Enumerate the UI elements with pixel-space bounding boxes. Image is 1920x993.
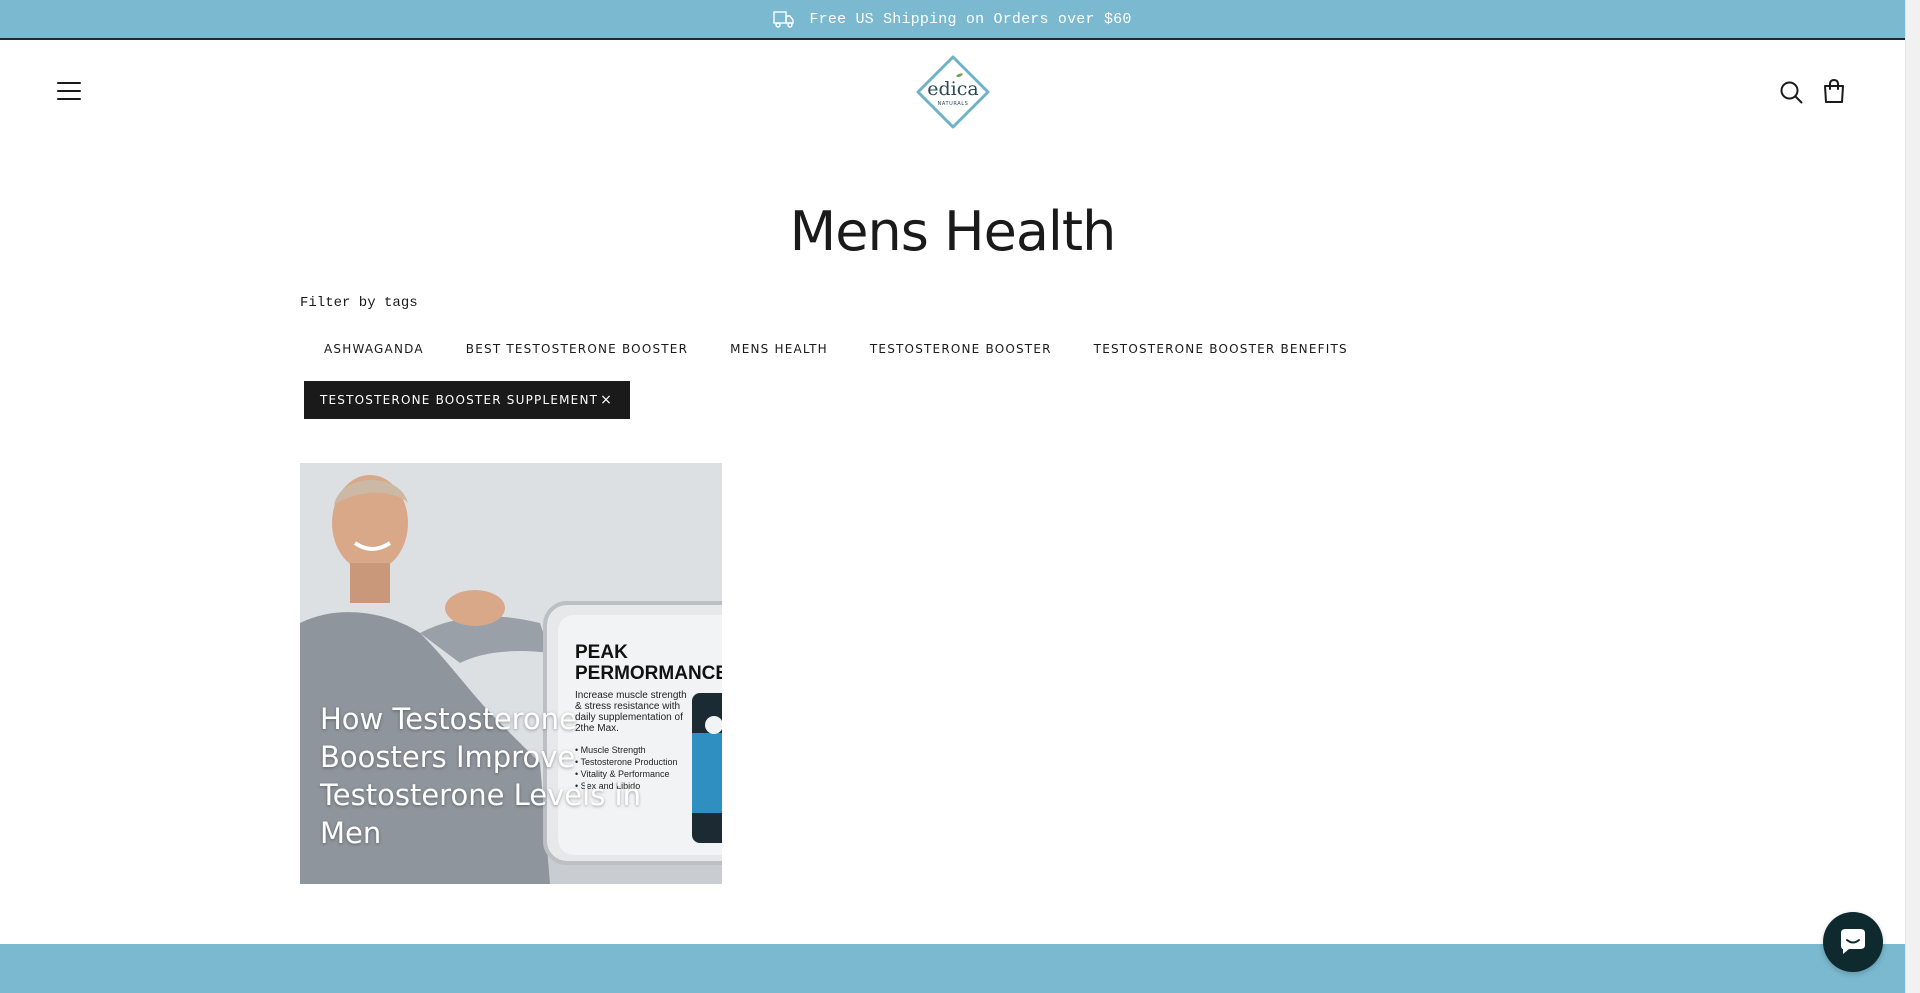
tag-mens-health[interactable]: MENS HEALTH (709, 336, 849, 362)
filter-label: Filter by tags (300, 295, 418, 311)
active-tag-label: TESTOSTERONE BOOSTER SUPPLEMENT (320, 393, 599, 407)
article-card[interactable]: PEAK PERMORMANCE Increase muscle strengt… (300, 463, 722, 884)
tag-testosterone-booster[interactable]: TESTOSTERONE BOOSTER (849, 336, 1073, 362)
announcement-text: Free US Shipping on Orders over $60 (809, 10, 1132, 28)
truck-icon (773, 11, 795, 28)
tag-best-testosterone-booster[interactable]: BEST TESTOSTERONE BOOSTER (445, 336, 709, 362)
shopping-bag-icon[interactable] (1821, 78, 1847, 104)
article-title[interactable]: How Testosterone Boosters Improve Testos… (320, 700, 710, 852)
box-headline-line1: PEAK (575, 642, 628, 663)
edica-logo[interactable]: edica NATURALS (916, 55, 990, 129)
logo-subtext: NATURALS (938, 101, 969, 107)
site-header: edica NATURALS (0, 42, 1905, 142)
box-headline-line2: PERMORMANCE (575, 663, 722, 684)
remove-tag-icon[interactable]: × (600, 392, 613, 408)
active-tag-testosterone-booster-supplement[interactable]: TESTOSTERONE BOOSTER SUPPLEMENT × (304, 381, 630, 419)
chat-bubble-icon (1841, 929, 1865, 954)
page-title: Mens Health (789, 200, 1117, 263)
search-icon[interactable] (1779, 80, 1803, 104)
hamburger-menu-icon[interactable] (57, 82, 81, 100)
tag-ashwaganda[interactable]: ASHWAGANDA (303, 336, 445, 362)
tag-list: ASHWAGANDA BEST TESTOSTERONE BOOSTER MEN… (303, 336, 1369, 362)
page-scrollbar[interactable] (1905, 0, 1920, 993)
announcement-bar: Free US Shipping on Orders over $60 (0, 0, 1905, 40)
tag-testosterone-booster-benefits[interactable]: TESTOSTERONE BOOSTER BENEFITS (1073, 336, 1369, 362)
logo-text: edica (927, 78, 978, 100)
footer-band (0, 944, 1905, 993)
chat-button[interactable] (1823, 912, 1883, 972)
